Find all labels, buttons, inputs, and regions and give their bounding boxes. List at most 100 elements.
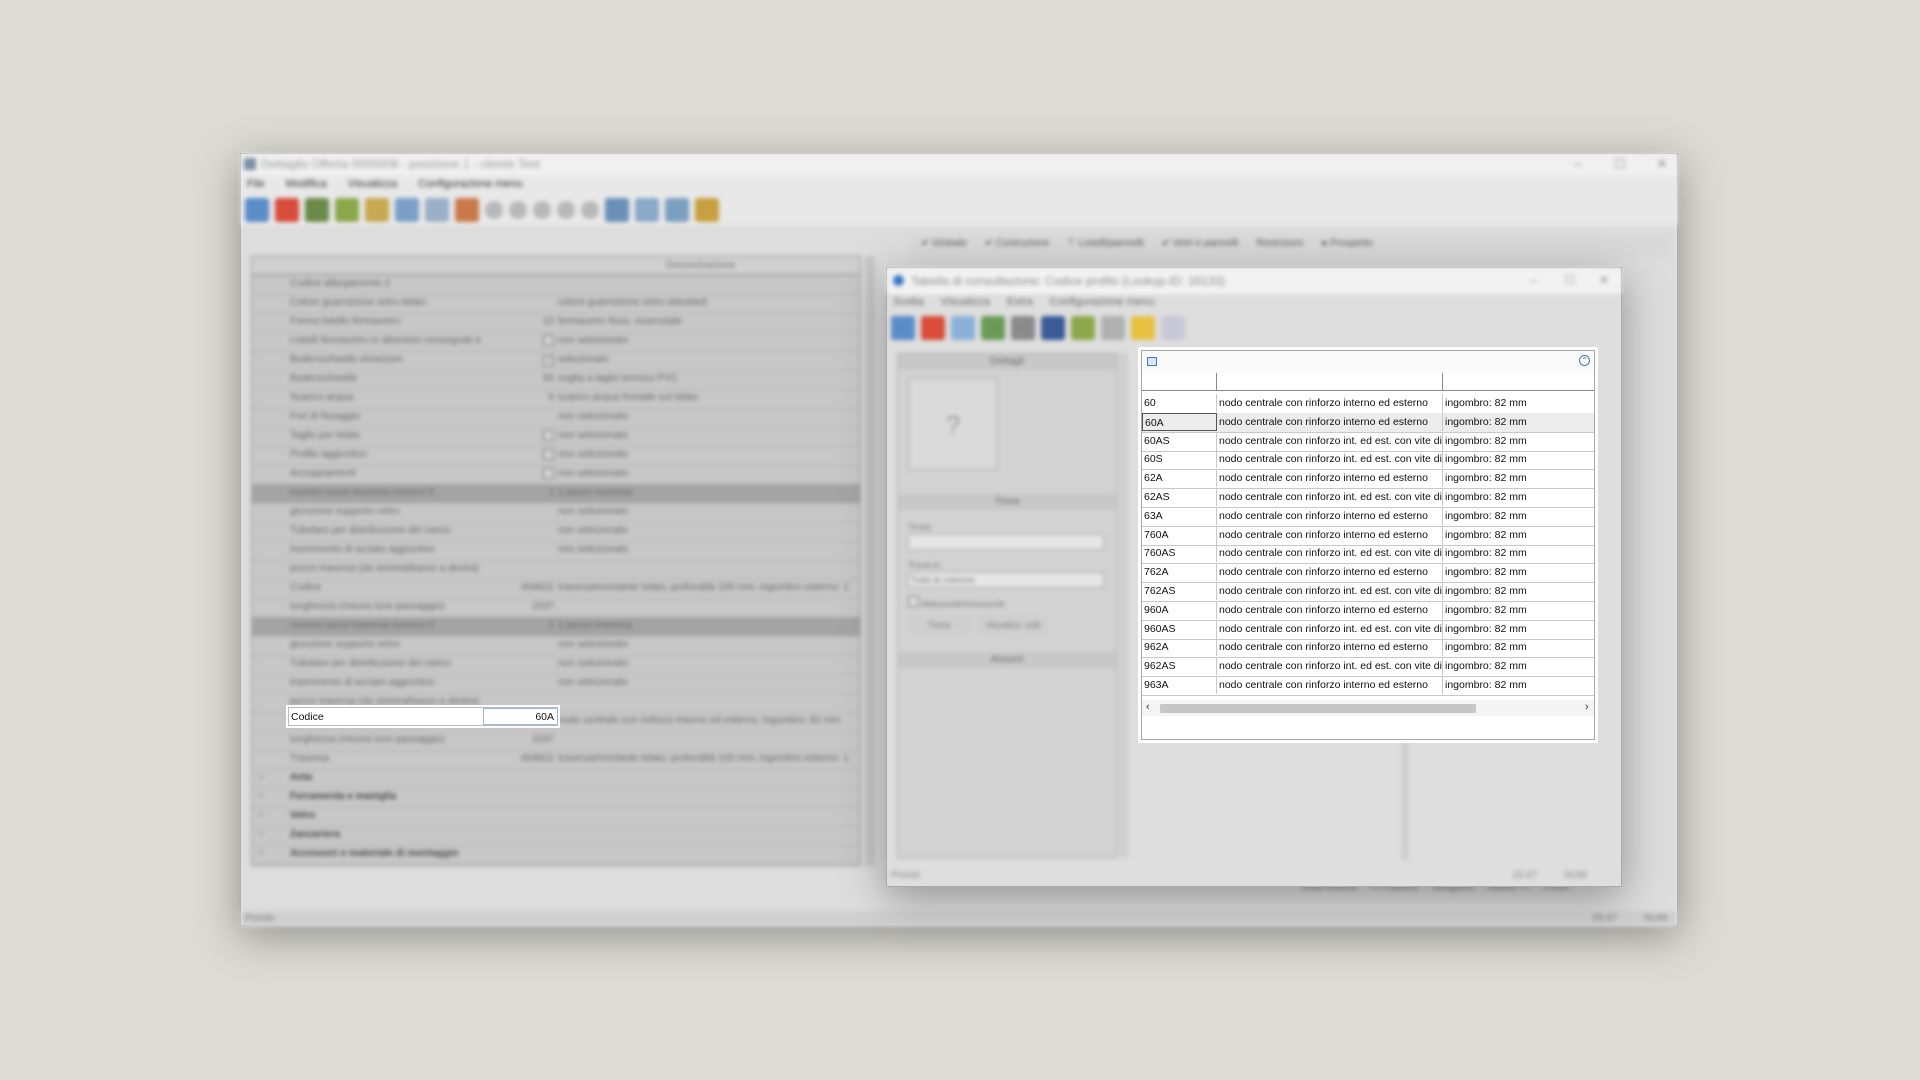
cell-description[interactable]: nodo centrale con rinforzo interno ed es… bbox=[1217, 394, 1443, 412]
find-button[interactable]: Trova bbox=[908, 616, 970, 634]
table-horizontal-scrollbar[interactable]: ‹ › bbox=[1142, 700, 1594, 716]
lookup-pencil-icon[interactable] bbox=[1101, 316, 1125, 340]
grid-view-icon[interactable] bbox=[605, 198, 629, 222]
cell-code[interactable]: 63A bbox=[1142, 506, 1217, 525]
table-icon[interactable] bbox=[1147, 357, 1157, 366]
collapse-up-icon[interactable]: ⌃ bbox=[1579, 355, 1590, 366]
menu-file[interactable]: File bbox=[247, 178, 265, 190]
tool-3-icon[interactable] bbox=[365, 198, 389, 222]
cell-dimension[interactable]: ingombro: 82 mm bbox=[1443, 601, 1596, 619]
lookup-save-icon[interactable] bbox=[1041, 316, 1065, 340]
table-row[interactable]: 62A nodo centrale con rinforzo interno ed… bbox=[1142, 469, 1596, 490]
table-row[interactable]: 60 nodo centrale con rinforzo interno ed … bbox=[1142, 394, 1594, 414]
cell-dimension[interactable]: ingombro: 82 mm bbox=[1443, 563, 1596, 581]
menu-modifica[interactable]: Modifica bbox=[286, 178, 327, 190]
cell-description[interactable]: nodo centrale con rinforzo int. ed est. … bbox=[1217, 544, 1443, 563]
close-icon[interactable]: ✕ bbox=[1655, 157, 1669, 171]
search-input[interactable] bbox=[908, 534, 1104, 550]
tool-4-icon[interactable] bbox=[395, 198, 419, 222]
layout-icon[interactable] bbox=[635, 198, 659, 222]
lookup-document-icon[interactable] bbox=[1161, 316, 1185, 340]
cell-code[interactable]: 760AS bbox=[1142, 544, 1217, 563]
table-row[interactable]: 60S nodo centrale con rinforzo int. ed es… bbox=[1142, 450, 1596, 471]
lookup-window-icon[interactable] bbox=[951, 316, 975, 340]
cell-dimension[interactable]: ingombro: 82 mm bbox=[1443, 638, 1596, 656]
table-row[interactable]: 760AS nodo centrale con rinforzo int. ed … bbox=[1142, 544, 1596, 565]
lookup-cancel-icon[interactable] bbox=[921, 316, 945, 340]
cell-description[interactable]: nodo centrale con rinforzo interno ed es… bbox=[1217, 676, 1443, 694]
cell-code[interactable]: 762A bbox=[1142, 563, 1217, 582]
details-panel-header[interactable]: Dettagli bbox=[898, 354, 1116, 370]
assign-panel-header[interactable]: Assumi bbox=[898, 652, 1116, 668]
tool-2-icon[interactable] bbox=[335, 198, 359, 222]
cell-code[interactable]: 960AS bbox=[1142, 619, 1217, 638]
search-panel-header[interactable]: Trova bbox=[898, 494, 1116, 510]
codice-value-input[interactable]: 60A bbox=[483, 708, 558, 725]
lookup-maximize-icon[interactable]: ☐ bbox=[1564, 273, 1575, 287]
cell-dimension[interactable]: ingombro: 82 mm bbox=[1443, 450, 1596, 468]
minimize-icon[interactable]: – bbox=[1571, 157, 1585, 171]
table-row[interactable]: 762A nodo centrale con rinforzo interno e… bbox=[1142, 563, 1596, 584]
record-dot-icon[interactable] bbox=[533, 201, 551, 219]
table-row[interactable]: 60AS nodo centrale con rinforzo int. ed e… bbox=[1142, 431, 1596, 452]
cell-description[interactable]: nodo centrale con rinforzo interno ed es… bbox=[1217, 600, 1443, 619]
cell-code[interactable]: 762AS bbox=[1142, 582, 1217, 600]
tool-5-icon[interactable] bbox=[455, 198, 479, 222]
chevron-left-icon[interactable]: ‹ bbox=[1146, 701, 1150, 713]
side-panel-scrollbar[interactable] bbox=[1118, 353, 1128, 858]
cell-description[interactable]: nodo centrale con rinforzo interno ed es… bbox=[1217, 469, 1443, 488]
cell-code[interactable]: 60S bbox=[1142, 450, 1217, 469]
cell-dimension[interactable]: ingombro: 82 mm bbox=[1443, 676, 1596, 694]
cell-dimension[interactable]: ingombro: 82 mm bbox=[1443, 469, 1596, 487]
last-record-icon[interactable] bbox=[581, 201, 599, 219]
cell-dimension[interactable]: ingombro: 82 mm bbox=[1443, 544, 1596, 562]
lookup-filter-icon[interactable] bbox=[1011, 316, 1035, 340]
cell-description[interactable]: nodo centrale con rinforzo interno ed es… bbox=[1217, 638, 1443, 657]
cell-description[interactable]: nodo centrale con rinforzo int. ed est. … bbox=[1217, 431, 1443, 450]
cancel-toolbar-icon[interactable] bbox=[275, 198, 299, 222]
document-icon[interactable] bbox=[425, 198, 449, 222]
table-row[interactable]: 62AS nodo centrale con rinforzo int. ed e… bbox=[1142, 488, 1594, 508]
cell-code[interactable]: 60 bbox=[1142, 394, 1217, 412]
previous-record-icon[interactable] bbox=[509, 201, 527, 219]
show-all-button[interactable]: Visualizz. tutti bbox=[978, 616, 1048, 634]
scrollbar-thumb[interactable] bbox=[1160, 704, 1476, 713]
window-icon[interactable] bbox=[665, 198, 689, 222]
table-row[interactable]: 962AS nodo centrale con rinforzo int. ed … bbox=[1142, 657, 1596, 678]
maximize-icon[interactable]: ☐ bbox=[1613, 157, 1627, 171]
cell-description[interactable]: nodo centrale con rinforzo interno ed es… bbox=[1217, 506, 1443, 525]
column-header-dimension[interactable] bbox=[1443, 373, 1596, 391]
cell-dimension[interactable]: ingombro: 82 mm bbox=[1443, 507, 1596, 525]
cell-code[interactable]: 962A bbox=[1142, 638, 1217, 657]
lookup-image-icon[interactable] bbox=[981, 316, 1005, 340]
cell-description[interactable]: nodo centrale con rinforzo int. ed est. … bbox=[1217, 657, 1443, 676]
table-row[interactable]: 963A nodo centrale con rinforzo interno e… bbox=[1142, 676, 1594, 696]
cell-code[interactable]: 62AS bbox=[1142, 488, 1217, 506]
chevron-right-icon[interactable]: › bbox=[1585, 701, 1589, 713]
pencil-icon[interactable] bbox=[695, 198, 719, 222]
lookup-menu-visualizza[interactable]: Visualizza bbox=[941, 296, 990, 308]
cell-code[interactable]: 760A bbox=[1142, 525, 1217, 544]
column-header-code[interactable] bbox=[1142, 373, 1217, 391]
menu-visualizza[interactable]: Visualizza bbox=[348, 178, 397, 190]
cell-code[interactable]: 62A bbox=[1142, 469, 1217, 488]
lookup-menu-extra[interactable]: Extra bbox=[1007, 296, 1033, 308]
cell-description[interactable]: nodo centrale con rinforzo int. ed est. … bbox=[1217, 619, 1443, 638]
cell-dimension[interactable]: ingombro: 82 mm bbox=[1443, 394, 1596, 412]
lookup-tool-icon[interactable] bbox=[1071, 316, 1095, 340]
match-case-checkbox[interactable]: Maiuscole/minuscole bbox=[908, 596, 1005, 609]
cell-dimension[interactable]: ingombro: 82 mm bbox=[1443, 432, 1596, 450]
first-record-icon[interactable] bbox=[485, 201, 503, 219]
cell-dimension[interactable]: ingombro: 82 mm bbox=[1443, 657, 1596, 675]
menu-configurazione[interactable]: Configurazione menu bbox=[418, 178, 523, 190]
favorite-star-icon[interactable] bbox=[1131, 316, 1155, 340]
column-header-description[interactable] bbox=[1217, 373, 1443, 391]
cell-description[interactable]: nodo centrale con rinforzo int. ed est. … bbox=[1217, 450, 1443, 469]
cell-description[interactable]: nodo centrale con rinforzo interno ed es… bbox=[1217, 563, 1443, 582]
table-row[interactable]: 962A nodo centrale con rinforzo interno e… bbox=[1142, 638, 1596, 659]
lookup-menu-configurazione[interactable]: Configurazione menu bbox=[1050, 296, 1155, 308]
lookup-close-icon[interactable]: ✕ bbox=[1599, 273, 1609, 287]
cell-description[interactable]: nodo centrale con rinforzo int. ed est. … bbox=[1217, 582, 1443, 600]
cell-dimension[interactable]: ingombro: 82 mm bbox=[1443, 526, 1596, 544]
cell-code[interactable]: 960A bbox=[1142, 600, 1217, 619]
